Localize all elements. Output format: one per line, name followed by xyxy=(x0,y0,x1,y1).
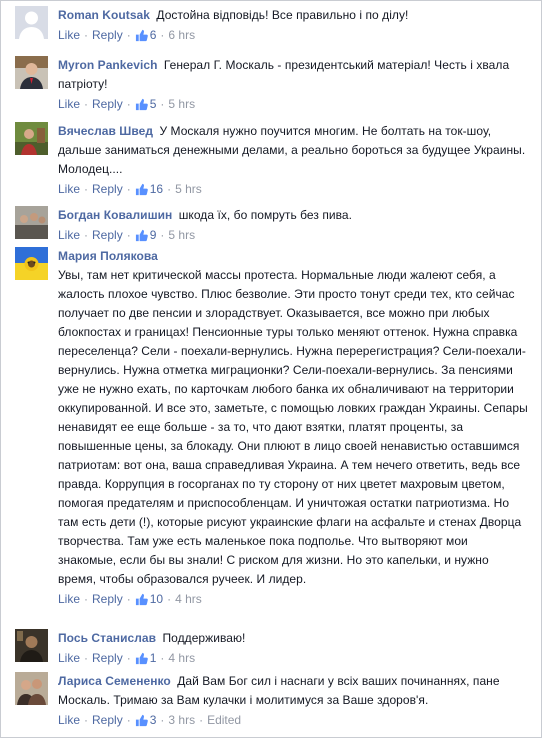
comment-text: Достойна відповідь! Все правильно і по д… xyxy=(156,8,409,22)
timestamp[interactable]: 3 hrs xyxy=(168,710,195,730)
comment-actions: Like · Reply · 6 · 6 hrs xyxy=(58,25,529,45)
thumbs-up-icon xyxy=(135,593,148,605)
separator-dot: · xyxy=(84,651,89,665)
like-count-value: 1 xyxy=(149,651,157,665)
like-count[interactable]: 6 xyxy=(135,25,157,45)
comment-text: Увы, там нет критической массы протеста.… xyxy=(58,268,528,586)
thumbs-up-icon xyxy=(135,229,148,241)
comment-text: шкода їх, бо помруть без пива. xyxy=(178,208,353,222)
separator-dot: · xyxy=(160,97,165,111)
separator-dot: · xyxy=(167,182,172,196)
dark-portrait-avatar-icon[interactable] xyxy=(15,629,48,662)
like-count[interactable]: 1 xyxy=(135,648,157,668)
like-link[interactable]: Like xyxy=(58,94,80,114)
comment-author[interactable]: Богдан Ковалишин xyxy=(58,208,172,222)
comment-author[interactable]: Мария Полякова xyxy=(58,247,526,266)
thumbs-up-icon xyxy=(135,29,148,41)
separator-dot: · xyxy=(84,28,89,42)
comment-actions: Like · Reply · 3 · 3 hrs · Edited xyxy=(58,710,529,730)
like-link[interactable]: Like xyxy=(58,225,80,245)
like-link[interactable]: Like xyxy=(58,25,80,45)
like-count-value: 5 xyxy=(149,97,157,111)
like-count-value: 9 xyxy=(149,228,157,242)
timestamp[interactable]: 4 hrs xyxy=(175,589,202,609)
like-count-value: 3 xyxy=(149,713,157,727)
separator-dot: · xyxy=(126,97,131,111)
separator-dot: · xyxy=(84,228,89,242)
comment-actions: Like · Reply · 16 · 5 hrs xyxy=(58,179,529,199)
reply-link[interactable]: Reply xyxy=(92,179,123,199)
comment-body: Лариса Семененко Дай Вам Бог сил і насна… xyxy=(58,672,529,710)
timestamp[interactable]: 5 hrs xyxy=(168,94,195,114)
comment-body: Myron Pankevich Генерал Г. Москаль - пре… xyxy=(58,56,529,94)
reply-link[interactable]: Reply xyxy=(92,648,123,668)
edited-indicator[interactable]: Edited xyxy=(207,710,241,730)
comment-text: Поддерживаю! xyxy=(162,631,246,645)
separator-dot: · xyxy=(160,651,165,665)
timestamp[interactable]: 6 hrs xyxy=(168,25,195,45)
reply-link[interactable]: Reply xyxy=(92,589,123,609)
separator-dot: · xyxy=(126,228,131,242)
comment-body: Пось Станислав Поддерживаю! xyxy=(58,629,529,648)
timestamp[interactable]: 4 hrs xyxy=(168,648,195,668)
comment-author[interactable]: Пось Станислав xyxy=(58,631,156,645)
separator-dot: · xyxy=(160,228,165,242)
separator-dot: · xyxy=(84,713,89,727)
comments-panel: Roman Koutsak Достойна відповідь! Все пр… xyxy=(0,0,542,738)
like-count-value: 10 xyxy=(149,592,164,606)
thumbs-up-icon xyxy=(135,183,148,195)
comment-author[interactable]: Вячеслав Швед xyxy=(58,124,153,138)
comment-body: Богдан Ковалишин шкода їх, бо помруть бе… xyxy=(58,206,529,225)
separator-dot: · xyxy=(84,97,89,111)
like-link[interactable]: Like xyxy=(58,648,80,668)
separator-dot: · xyxy=(160,28,165,42)
separator-dot: · xyxy=(126,651,131,665)
timestamp[interactable]: 5 hrs xyxy=(168,225,195,245)
timestamp[interactable]: 5 hrs xyxy=(175,179,202,199)
like-count[interactable]: 16 xyxy=(135,179,163,199)
man-in-suit-avatar-icon[interactable] xyxy=(15,56,48,89)
like-link[interactable]: Like xyxy=(58,179,80,199)
separator-dot: · xyxy=(160,713,165,727)
comment-body: Roman Koutsak Достойна відповідь! Все пр… xyxy=(58,6,529,25)
flag-sunflower-avatar-icon[interactable] xyxy=(15,247,48,280)
thumbs-up-icon xyxy=(135,98,148,110)
like-count-value: 6 xyxy=(149,28,157,42)
like-count-value: 16 xyxy=(149,182,164,196)
comment-author[interactable]: Myron Pankevich xyxy=(58,58,157,72)
like-count[interactable]: 3 xyxy=(135,710,157,730)
separator-dot: · xyxy=(84,592,89,606)
reply-link[interactable]: Reply xyxy=(92,25,123,45)
like-count[interactable]: 9 xyxy=(135,225,157,245)
comment-actions: Like · Reply · 9 · 5 hrs xyxy=(58,225,529,245)
thumbs-up-icon xyxy=(135,652,148,664)
separator-dot: · xyxy=(126,28,131,42)
separator-dot: · xyxy=(199,713,204,727)
comment-author[interactable]: Roman Koutsak xyxy=(58,8,150,22)
thumbs-up-icon xyxy=(135,714,148,726)
couple-photo-avatar-icon[interactable] xyxy=(15,672,48,705)
comment-body: Вячеслав Швед У Москаля нужно поучится м… xyxy=(58,122,529,179)
reply-link[interactable]: Reply xyxy=(92,710,123,730)
like-link[interactable]: Like xyxy=(58,589,80,609)
separator-dot: · xyxy=(126,592,131,606)
reply-link[interactable]: Reply xyxy=(92,225,123,245)
outdoor-photo-avatar-icon[interactable] xyxy=(15,122,48,155)
reply-link[interactable]: Reply xyxy=(92,94,123,114)
separator-dot: · xyxy=(167,592,172,606)
default-avatar-icon[interactable] xyxy=(15,6,48,39)
separator-dot: · xyxy=(126,713,131,727)
separator-dot: · xyxy=(126,182,131,196)
like-link[interactable]: Like xyxy=(58,710,80,730)
like-count[interactable]: 5 xyxy=(135,94,157,114)
separator-dot: · xyxy=(84,182,89,196)
comment-actions: Like · Reply · 10 · 4 hrs xyxy=(58,589,529,609)
comment-actions: Like · Reply · 5 · 5 hrs xyxy=(58,94,529,114)
crowd-photo-avatar-icon[interactable] xyxy=(15,206,48,239)
comment-body: Мария Полякова Увы, там нет критической м… xyxy=(58,247,529,589)
comment-author[interactable]: Лариса Семененко xyxy=(58,674,171,688)
comment-actions: Like · Reply · 1 · 4 hrs xyxy=(58,648,529,668)
like-count[interactable]: 10 xyxy=(135,589,163,609)
